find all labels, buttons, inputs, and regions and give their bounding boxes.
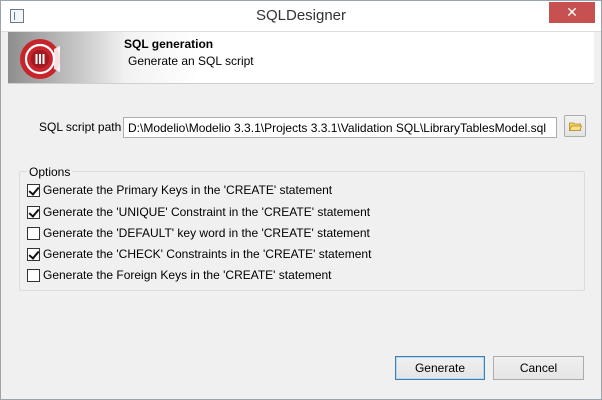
close-button[interactable]: ✕ — [549, 2, 595, 23]
cancel-button[interactable]: Cancel — [493, 356, 584, 380]
option-label: Generate the 'UNIQUE' Constraint in the … — [43, 205, 371, 219]
browse-button[interactable] — [564, 115, 586, 137]
option-primary-keys-checkbox[interactable] — [27, 184, 40, 197]
generate-button[interactable]: Generate — [395, 356, 485, 380]
option-label: Generate the Foreign Keys in the 'CREATE… — [43, 268, 332, 282]
option-label: Generate the 'DEFAULT' key word in the '… — [43, 226, 370, 240]
option-label: Generate the Primary Keys in the 'CREATE… — [43, 183, 333, 197]
option-unique-constraint-checkbox[interactable] — [27, 206, 40, 219]
folder-open-icon — [569, 122, 582, 131]
sql-script-path-label: SQL script path — [39, 120, 122, 134]
option-default-keyword-checkbox[interactable] — [27, 227, 40, 240]
sqldesigner-dialog: SQLDesigner ✕ SQL generation Generate an… — [0, 0, 602, 400]
banner-title: SQL generation — [124, 37, 214, 51]
window-title: SQLDesigner — [255, 7, 347, 24]
banner-subtitle: Generate an SQL script — [128, 54, 254, 68]
option-check-constraints-checkbox[interactable] — [27, 248, 40, 261]
sql-script-path-input[interactable] — [123, 117, 557, 138]
modelio-logo-icon — [20, 39, 60, 79]
options-group-title: Options — [27, 165, 73, 179]
option-label: Generate the 'CHECK' Constraints in the … — [43, 247, 372, 261]
header-banner: SQL generation Generate an SQL script — [8, 32, 594, 84]
option-foreign-keys-checkbox[interactable] — [27, 269, 40, 282]
title-bar[interactable]: SQLDesigner ✕ — [1, 1, 601, 32]
